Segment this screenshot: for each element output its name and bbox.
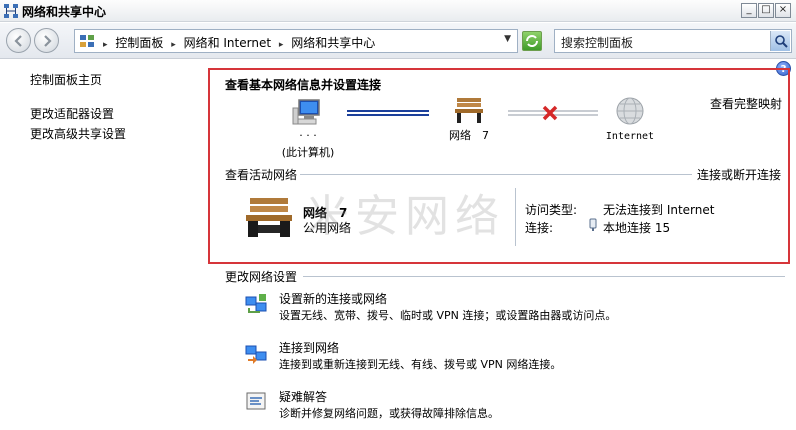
task-new-connection-desc: 设置无线、宽带、拨号、临时或 VPN 连接；或设置路由器或访问点。 (279, 309, 617, 322)
close-button[interactable]: × (775, 3, 791, 18)
view-full-map-link[interactable]: 查看完整映射 (710, 95, 782, 112)
breadcrumb-network-internet[interactable]: 网络和 Internet (184, 36, 271, 50)
connect-disconnect-link[interactable]: 连接或断开连接 (697, 166, 781, 182)
chevron-right-icon[interactable]: ▸ (279, 40, 284, 50)
chevron-down-icon[interactable]: ▼ (504, 34, 511, 44)
this-computer-node[interactable]: · · · (此计算机) (278, 98, 338, 160)
basic-info-heading: 查看基本网络信息并设置连接 (225, 78, 382, 92)
forward-button[interactable] (34, 28, 59, 53)
network-sharing-center-window: 网络和共享中心 _ □ × ▸ 控制面板 ▸ 网络和 Internet ▸ 网络… (0, 0, 796, 430)
local-connection-link[interactable]: 本地连接 15 (603, 219, 670, 236)
control-panel-icon (80, 35, 94, 47)
sidebar-item-change-adapter[interactable]: 更改适配器设置 (30, 105, 114, 122)
connect-network-icon (245, 345, 267, 364)
internet-node[interactable]: Internet (598, 96, 662, 142)
vertical-divider (515, 188, 516, 246)
sidebar-item-control-panel-home[interactable]: 控制面板主页 (30, 71, 102, 88)
title-bar: 网络和共享中心 _ □ × (0, 0, 796, 22)
window-title: 网络和共享中心 (22, 5, 107, 19)
minimize-button[interactable]: _ (741, 3, 757, 18)
new-connection-icon (245, 294, 267, 313)
arrow-right-icon (44, 35, 52, 47)
ethernet-icon (589, 218, 597, 231)
section-divider (300, 174, 692, 175)
globe-icon (616, 97, 644, 125)
network-node[interactable]: 网络 7 (440, 96, 498, 143)
back-button[interactable] (6, 28, 31, 53)
task-troubleshoot[interactable]: 疑难解答 (279, 388, 327, 405)
navigation-bar: ▸ 控制面板 ▸ 网络和 Internet ▸ 网络和共享中心 ▼ 搜索控制面板 (0, 23, 796, 59)
search-button[interactable] (770, 31, 790, 51)
computer-dots: · · · (299, 129, 317, 142)
access-type-label: 访问类型: (525, 203, 578, 217)
refresh-icon (526, 35, 538, 47)
breadcrumb-control-panel[interactable]: 控制面板 (115, 36, 163, 50)
bench-icon (455, 98, 483, 123)
computer-label: (此计算机) (281, 146, 335, 159)
task-troubleshoot-desc: 诊断并修复网络问题，或获得故障排除信息。 (279, 407, 499, 420)
internet-label: Internet (605, 131, 655, 142)
watermark: 米安网络 (305, 191, 505, 242)
change-settings-heading: 更改网络设置 (225, 270, 298, 284)
task-new-connection[interactable]: 设置新的连接或网络 (279, 290, 387, 307)
search-input[interactable]: 搜索控制面板 (554, 29, 792, 53)
chevron-right-icon[interactable]: ▸ (171, 40, 176, 50)
refresh-button[interactable] (522, 31, 542, 51)
breadcrumb: ▸ 控制面板 ▸ 网络和 Internet ▸ 网络和共享中心 (99, 34, 375, 51)
search-icon (775, 35, 788, 48)
red-x-icon (542, 105, 558, 121)
section-divider (303, 276, 785, 277)
search-placeholder: 搜索控制面板 (561, 36, 634, 50)
sidebar-item-advanced-sharing[interactable]: 更改高级共享设置 (30, 125, 126, 142)
network-node-label: 网络 7 (449, 129, 489, 142)
connection-label: 连接: (525, 221, 554, 235)
public-network-bench-icon (246, 198, 292, 237)
maximize-button[interactable]: □ (758, 3, 774, 18)
troubleshoot-icon (246, 392, 266, 410)
network-center-icon (4, 4, 18, 18)
task-connect-network[interactable]: 连接到网络 (279, 339, 339, 356)
task-connect-network-desc: 连接到或重新连接到无线、有线、拨号或 VPN 网络连接。 (279, 358, 562, 371)
connection-line-ok (347, 110, 429, 116)
breadcrumb-network-center[interactable]: 网络和共享中心 (291, 36, 375, 50)
active-networks-heading: 查看活动网络 (225, 168, 298, 182)
computer-icon (292, 99, 320, 125)
arrow-left-icon (14, 35, 22, 47)
address-bar[interactable]: ▸ 控制面板 ▸ 网络和 Internet ▸ 网络和共享中心 ▼ (74, 29, 518, 53)
access-type-value: 无法连接到 Internet (603, 203, 715, 217)
chevron-right-icon: ▸ (103, 40, 108, 50)
